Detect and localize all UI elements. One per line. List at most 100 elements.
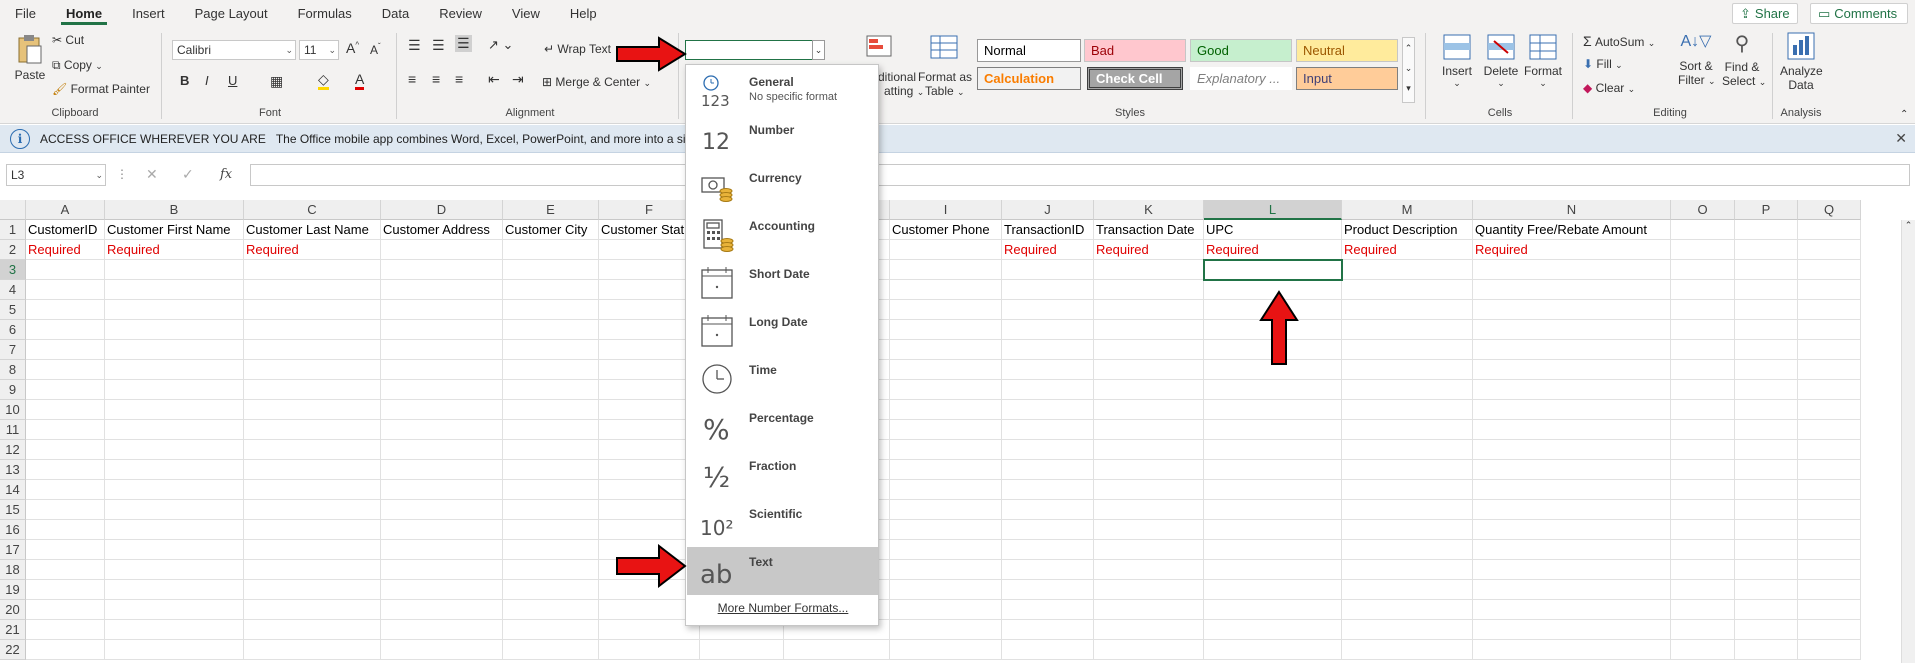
cut-button[interactable]: ✂ Cut (52, 33, 84, 47)
cell-L9[interactable] (1204, 380, 1342, 400)
cell-O19[interactable] (1671, 580, 1735, 600)
cell-A13[interactable] (26, 460, 105, 480)
column-header-D[interactable]: D (381, 200, 503, 220)
cell-K5[interactable] (1094, 300, 1204, 320)
cell-I11[interactable] (890, 420, 1002, 440)
cell-J22[interactable] (1002, 640, 1094, 660)
cell-D12[interactable] (381, 440, 503, 460)
cell-Q20[interactable] (1798, 600, 1861, 620)
cell-Q17[interactable] (1798, 540, 1861, 560)
orientation-button[interactable]: ↗ ⌄ (488, 37, 513, 53)
cell-K11[interactable] (1094, 420, 1204, 440)
number-format-item-long-date[interactable]: Long Date (687, 307, 878, 355)
cell-O1[interactable] (1671, 220, 1735, 240)
column-header-K[interactable]: K (1094, 200, 1204, 220)
cell-B5[interactable] (105, 300, 244, 320)
row-header-10[interactable]: 10 (0, 400, 26, 420)
cell-I4[interactable] (890, 280, 1002, 300)
cell-D20[interactable] (381, 600, 503, 620)
cell-J15[interactable] (1002, 500, 1094, 520)
column-header-B[interactable]: B (105, 200, 244, 220)
row-header-20[interactable]: 20 (0, 600, 26, 620)
cell-O9[interactable] (1671, 380, 1735, 400)
cell-N14[interactable] (1473, 480, 1671, 500)
cell-P21[interactable] (1735, 620, 1798, 640)
cell-C14[interactable] (244, 480, 381, 500)
cell-C3[interactable] (244, 260, 381, 280)
cell-O6[interactable] (1671, 320, 1735, 340)
cell-K2[interactable]: Required (1094, 240, 1204, 260)
cell-D16[interactable] (381, 520, 503, 540)
cell-P14[interactable] (1735, 480, 1798, 500)
cell-P15[interactable] (1735, 500, 1798, 520)
cell-N16[interactable] (1473, 520, 1671, 540)
cell-D21[interactable] (381, 620, 503, 640)
cell-J14[interactable] (1002, 480, 1094, 500)
cell-C9[interactable] (244, 380, 381, 400)
tab-page-layout[interactable]: Page Layout (180, 0, 283, 27)
cell-N7[interactable] (1473, 340, 1671, 360)
cell-I3[interactable] (890, 260, 1002, 280)
style-normal[interactable]: Normal (977, 39, 1081, 62)
row-header-5[interactable]: 5 (0, 300, 26, 320)
cell-N13[interactable] (1473, 460, 1671, 480)
clear-button[interactable]: ◆ Clear ⌄ (1583, 81, 1635, 95)
cell-L21[interactable] (1204, 620, 1342, 640)
cell-O22[interactable] (1671, 640, 1735, 660)
cell-O21[interactable] (1671, 620, 1735, 640)
cell-B6[interactable] (105, 320, 244, 340)
cell-M11[interactable] (1342, 420, 1473, 440)
cell-B22[interactable] (105, 640, 244, 660)
cell-B10[interactable] (105, 400, 244, 420)
formula-bar-options-icon[interactable]: ⋮ (116, 167, 128, 181)
select-all-corner[interactable] (0, 200, 26, 220)
cell-K20[interactable] (1094, 600, 1204, 620)
format-as-table-button[interactable] (930, 35, 958, 62)
cell-E13[interactable] (503, 460, 599, 480)
cell-P7[interactable] (1735, 340, 1798, 360)
cell-N2[interactable]: Required (1473, 240, 1671, 260)
cell-K7[interactable] (1094, 340, 1204, 360)
cell-A15[interactable] (26, 500, 105, 520)
tab-home[interactable]: Home (51, 0, 117, 27)
align-top-button[interactable]: ☰ (408, 37, 421, 54)
cell-M3[interactable] (1342, 260, 1473, 280)
cell-C12[interactable] (244, 440, 381, 460)
cell-D22[interactable] (381, 640, 503, 660)
cell-D7[interactable] (381, 340, 503, 360)
close-icon[interactable]: ✕ (1895, 130, 1907, 147)
cell-J7[interactable] (1002, 340, 1094, 360)
cell-C21[interactable] (244, 620, 381, 640)
cell-O20[interactable] (1671, 600, 1735, 620)
cell-C11[interactable] (244, 420, 381, 440)
cell-C18[interactable] (244, 560, 381, 580)
tab-help[interactable]: Help (555, 0, 612, 27)
cell-E8[interactable] (503, 360, 599, 380)
cell-Q9[interactable] (1798, 380, 1861, 400)
cell-D10[interactable] (381, 400, 503, 420)
cell-E21[interactable] (503, 620, 599, 640)
cell-J10[interactable] (1002, 400, 1094, 420)
cell-Q12[interactable] (1798, 440, 1861, 460)
cell-F22[interactable] (599, 640, 700, 660)
cell-J8[interactable] (1002, 360, 1094, 380)
cell-B16[interactable] (105, 520, 244, 540)
number-format-item-text[interactable]: ab Text (687, 547, 878, 595)
row-header-3[interactable]: 3 (0, 260, 26, 280)
cell-N22[interactable] (1473, 640, 1671, 660)
cell-M14[interactable] (1342, 480, 1473, 500)
cell-J4[interactable] (1002, 280, 1094, 300)
cell-C7[interactable] (244, 340, 381, 360)
cell-C2[interactable]: Required (244, 240, 381, 260)
cell-M8[interactable] (1342, 360, 1473, 380)
cell-O11[interactable] (1671, 420, 1735, 440)
row-header-16[interactable]: 16 (0, 520, 26, 540)
insert-cells-button[interactable]: Insert ⌄ (1440, 33, 1474, 89)
cell-M10[interactable] (1342, 400, 1473, 420)
cell-E22[interactable] (503, 640, 599, 660)
cell-P5[interactable] (1735, 300, 1798, 320)
cell-I5[interactable] (890, 300, 1002, 320)
cell-D9[interactable] (381, 380, 503, 400)
row-header-21[interactable]: 21 (0, 620, 26, 640)
cell-N18[interactable] (1473, 560, 1671, 580)
